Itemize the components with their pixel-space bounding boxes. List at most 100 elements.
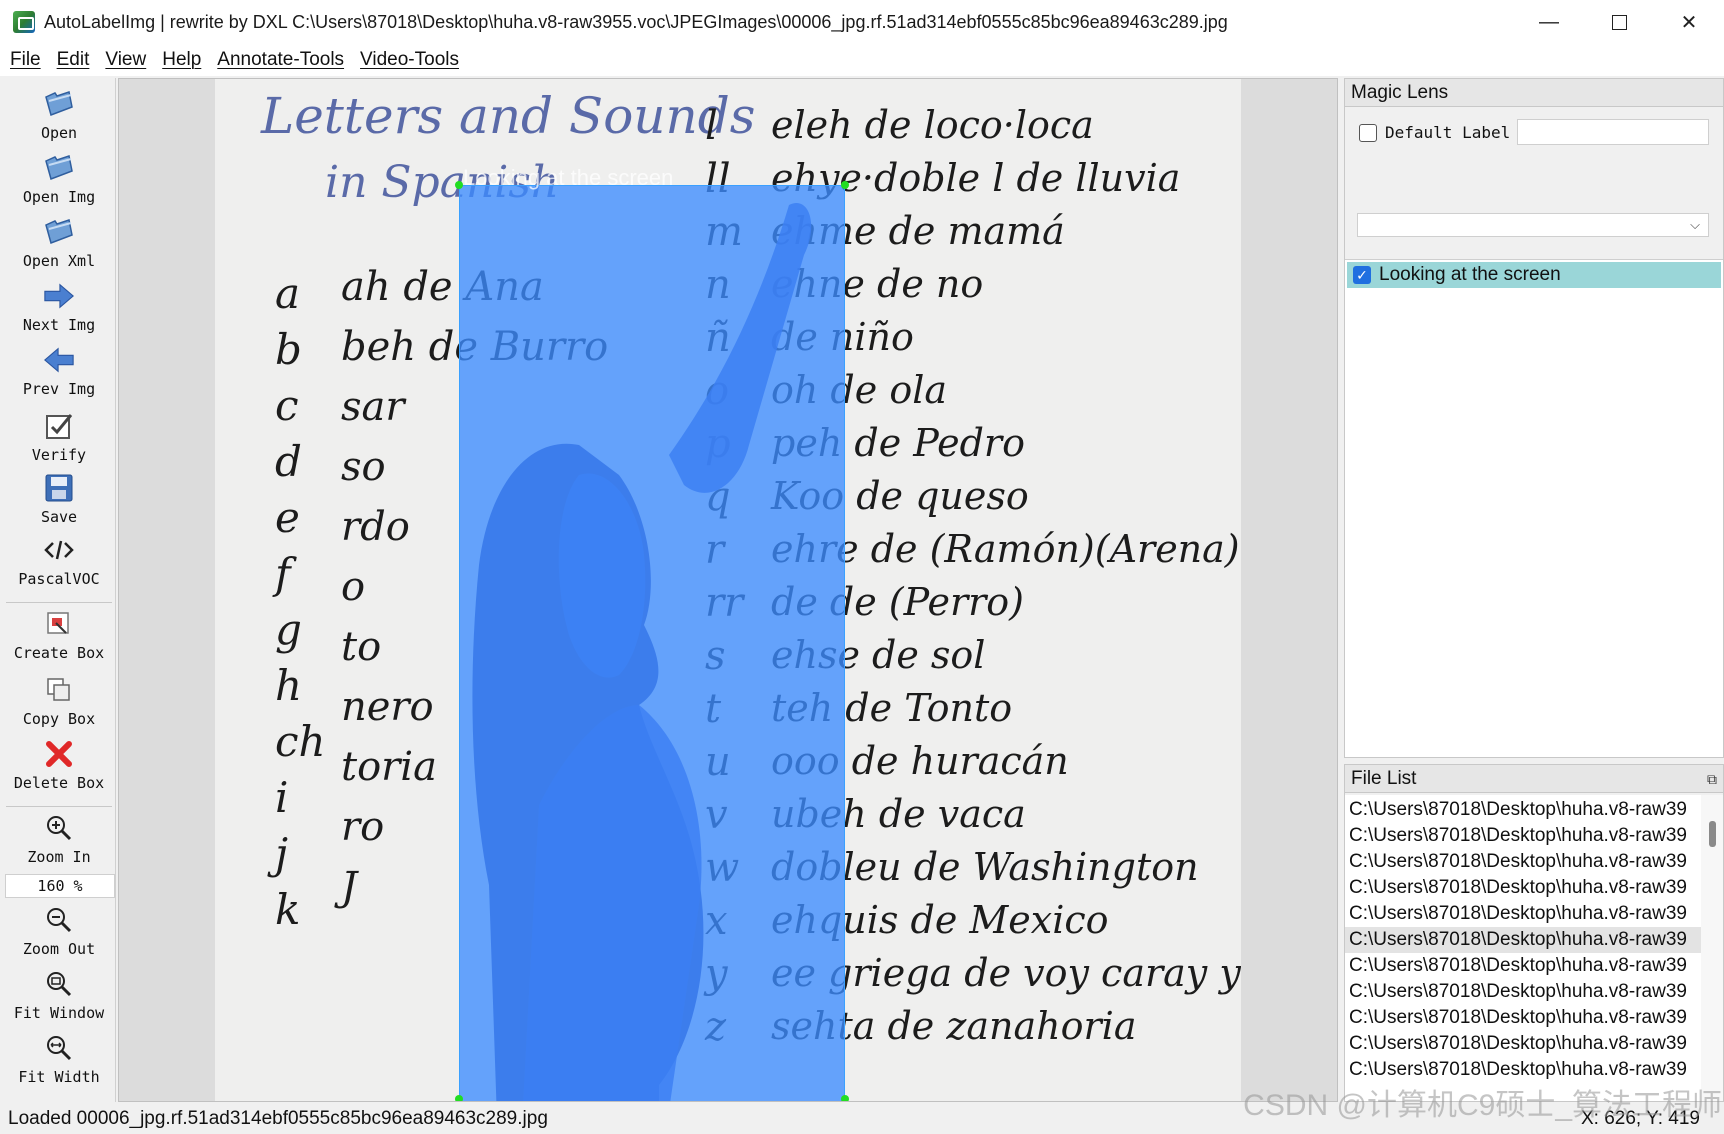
status-message: Loaded 00006_jpg.rf.51ad314ebf0555c85bc9… xyxy=(8,1108,548,1129)
open-img-label: Open Img xyxy=(22,188,96,206)
label-list-item[interactable]: ✓ Looking at the screen xyxy=(1347,262,1721,288)
fit-width-button[interactable]: Fit Width xyxy=(2,1032,116,1086)
file-list-item[interactable]: C:\Users\87018\Desktop\huha.v8-raw39 xyxy=(1345,823,1701,849)
file-list-item[interactable]: C:\Users\87018\Desktop\huha.v8-raw39 xyxy=(1345,797,1701,823)
menu-video-tools[interactable]: Video-Tools xyxy=(354,49,465,71)
open-xml-label: Open Xml xyxy=(22,252,96,270)
whiteboard-word: nero xyxy=(341,684,434,730)
copy-box-label: Copy Box xyxy=(22,710,96,728)
whiteboard-word: to xyxy=(341,624,382,670)
label-item-text: Looking at the screen xyxy=(1379,264,1561,285)
maximize-button[interactable] xyxy=(1584,0,1654,44)
default-label-checkbox[interactable] xyxy=(1359,124,1377,142)
fit-window-button[interactable]: Fit Window xyxy=(2,968,116,1022)
verify-button[interactable]: Verify xyxy=(2,410,116,464)
magic-lens-panel: Magic Lens Default Label ⌵ ✓ Looking at … xyxy=(1344,78,1724,758)
open-img-button[interactable]: Open Img xyxy=(2,152,116,206)
file-list-item[interactable]: C:\Users\87018\Desktop\huha.v8-raw39 xyxy=(1345,901,1701,927)
open-xml-button[interactable]: Open Xml xyxy=(2,216,116,270)
code-format-icon xyxy=(43,534,75,566)
arrow-left-icon xyxy=(43,344,75,376)
whiteboard-word: rdo xyxy=(341,504,410,550)
file-list-item[interactable]: C:\Users\87018\Desktop\huha.v8-raw39 xyxy=(1345,1031,1701,1057)
folder-open-icon xyxy=(43,88,75,120)
whiteboard-letter: l xyxy=(705,103,718,149)
whiteboard-letter: i xyxy=(275,773,289,822)
label-list: ✓ Looking at the screen xyxy=(1345,259,1723,757)
box-handle-bottom-right[interactable] xyxy=(841,1095,849,1101)
default-label-input[interactable] xyxy=(1517,119,1709,145)
file-list-item[interactable]: C:\Users\87018\Desktop\huha.v8-raw39 xyxy=(1345,875,1701,901)
menu-file[interactable]: File xyxy=(4,49,47,71)
menu-bar: File Edit View Help Annotate-Tools Video… xyxy=(0,44,1724,76)
file-list-scrollbar[interactable] xyxy=(1701,795,1723,1101)
close-icon: ✕ xyxy=(1680,11,1698,34)
whiteboard-word: eleh de loco·loca xyxy=(771,103,1094,147)
image-canvas[interactable]: Letters and Sounds in Spanish a b c d e f g h ch… xyxy=(118,78,1338,1102)
whiteboard-letter: g xyxy=(275,605,302,654)
file-list-item[interactable]: C:\Users\87018\Desktop\huha.v8-raw39 xyxy=(1345,1005,1701,1031)
open-button[interactable]: Open xyxy=(2,88,116,142)
title-bar: AutoLabelImg | rewrite by DXL C:\Users\8… xyxy=(0,0,1724,44)
file-list-item[interactable]: C:\Users\87018\Desktop\huha.v8-raw39 xyxy=(1345,849,1701,875)
minimize-button[interactable]: — xyxy=(1514,0,1584,44)
window-title: AutoLabelImg | rewrite by DXL C:\Users\8… xyxy=(44,11,1228,32)
copy-box-button[interactable]: Copy Box xyxy=(2,674,116,728)
scrollbar-thumb[interactable] xyxy=(1709,821,1716,847)
prev-img-button[interactable]: Prev Img xyxy=(2,344,116,398)
bounding-box[interactable] xyxy=(459,185,845,1101)
whiteboard-letter: f xyxy=(275,549,291,598)
prev-img-label: Prev Img xyxy=(22,380,96,398)
menu-view[interactable]: View xyxy=(99,49,152,71)
minimize-icon: — xyxy=(1539,10,1559,33)
whiteboard-letter: d xyxy=(275,437,302,486)
zoom-out-icon xyxy=(43,904,75,936)
whiteboard-word: toria xyxy=(341,744,437,790)
file-list-item[interactable]: C:\Users\87018\Desktop\huha.v8-raw39 xyxy=(1345,953,1701,979)
fit-width-icon xyxy=(43,1032,75,1064)
delete-box-button[interactable]: Delete Box xyxy=(2,738,116,792)
app-icon xyxy=(13,11,35,33)
zoom-value-field[interactable]: 160 % xyxy=(5,874,115,898)
left-toolbar: Open Open Img Open Xml Next Img Prev Img… xyxy=(2,78,116,1102)
save-button[interactable]: Save xyxy=(2,472,116,526)
whiteboard-word: ro xyxy=(341,804,385,850)
menu-edit[interactable]: Edit xyxy=(51,49,96,71)
file-list: C:\Users\87018\Desktop\huha.v8-raw39 C:\U… xyxy=(1345,795,1701,1101)
maximize-icon xyxy=(1611,14,1627,30)
fit-width-label: Fit Width xyxy=(18,1068,100,1086)
zoom-out-label: Zoom Out xyxy=(22,940,96,958)
default-label-text: Default Label xyxy=(1385,123,1511,142)
whiteboard-letter: h xyxy=(275,661,303,710)
box-handle-top-left[interactable] xyxy=(455,181,463,189)
float-dock-icon[interactable]: ⧉ xyxy=(1707,771,1717,788)
label-combo-box[interactable]: ⌵ xyxy=(1357,213,1709,237)
menu-help[interactable]: Help xyxy=(156,49,207,71)
label-checkbox-checked[interactable]: ✓ xyxy=(1353,266,1371,284)
close-button[interactable]: ✕ xyxy=(1654,0,1724,44)
box-handle-top-right[interactable] xyxy=(841,181,849,189)
zoom-in-label: Zoom In xyxy=(27,848,91,866)
chevron-down-icon: ⌵ xyxy=(1690,217,1700,232)
next-img-button[interactable]: Next Img xyxy=(2,280,116,334)
box-handle-bottom-left[interactable] xyxy=(455,1095,463,1101)
whiteboard-word: so xyxy=(341,444,386,490)
folder-open-icon xyxy=(43,152,75,184)
delete-box-label: Delete Box xyxy=(13,774,105,792)
zoom-out-button[interactable]: Zoom Out xyxy=(2,904,116,958)
whiteboard-word: sar xyxy=(341,384,405,430)
create-box-button[interactable]: Create Box xyxy=(2,608,116,662)
file-list-item[interactable]: C:\Users\87018\Desktop\huha.v8-raw39 xyxy=(1345,927,1701,953)
menu-annotate-tools[interactable]: Annotate-Tools xyxy=(211,49,350,71)
zoom-in-button[interactable]: Zoom In xyxy=(2,812,116,866)
floppy-disk-icon xyxy=(43,472,75,504)
whiteboard-letter: a xyxy=(275,269,301,318)
whiteboard-word: o xyxy=(341,564,366,610)
magic-lens-title: Magic Lens xyxy=(1345,79,1723,107)
copy-box-icon xyxy=(43,674,75,706)
toolbar-divider xyxy=(6,806,112,807)
save-label: Save xyxy=(40,508,78,526)
file-list-item[interactable]: C:\Users\87018\Desktop\huha.v8-raw39 xyxy=(1345,979,1701,1005)
file-list-panel: File List ⧉ C:\Users\87018\Desktop\huha.… xyxy=(1344,764,1724,1102)
format-button[interactable]: PascalVOC xyxy=(2,534,116,588)
